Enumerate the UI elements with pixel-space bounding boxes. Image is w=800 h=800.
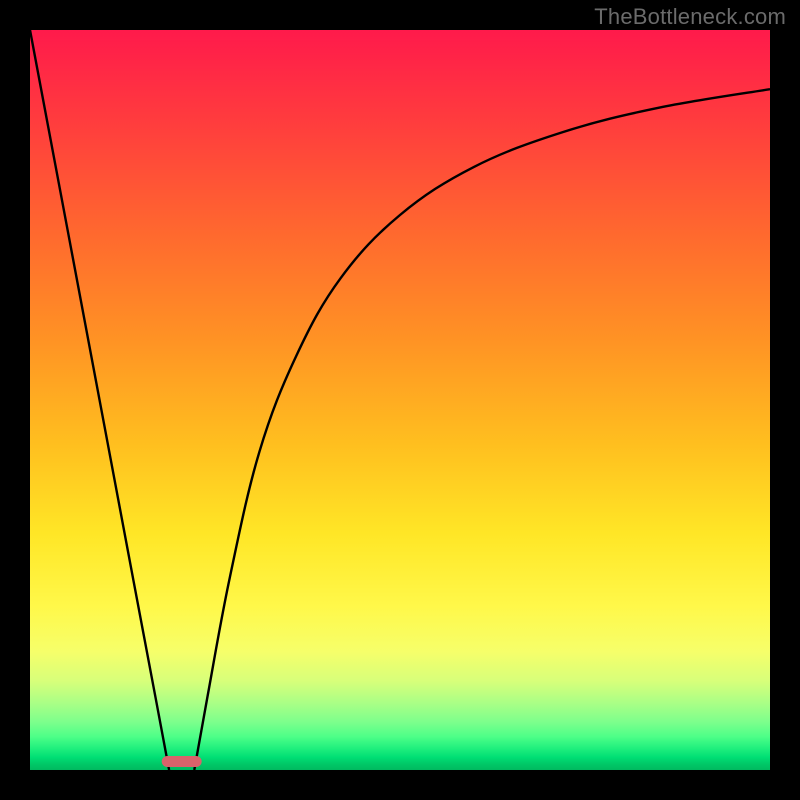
- curve-left-segment: [30, 30, 169, 770]
- plot-area: [30, 30, 770, 770]
- watermark-text: TheBottleneck.com: [594, 4, 786, 30]
- optimal-range-marker: [162, 756, 202, 767]
- curve-right-segment: [194, 89, 770, 770]
- chart-svg: [30, 30, 770, 770]
- chart-frame: TheBottleneck.com: [0, 0, 800, 800]
